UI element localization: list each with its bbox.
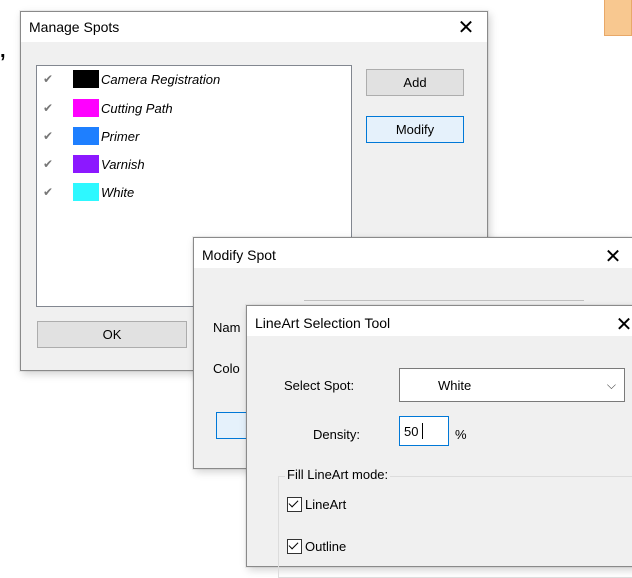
color-swatch [73,155,99,173]
checkbox-box[interactable] [287,497,302,512]
spot-item-varnish[interactable]: ✔ Varnish [43,154,145,174]
text-cursor [422,423,423,439]
modify-button[interactable]: Modify [366,116,464,143]
color-label: Colo [213,361,240,376]
density-value: 50 [404,424,419,439]
dialog-title: Modify Spot [202,247,276,263]
outline-option-label: Outline [305,539,347,554]
close-icon[interactable]: ✕ [605,310,632,338]
background-window-edge [604,0,632,36]
modify-spot-titlebar: Modify Spot ✕ [194,238,632,268]
color-swatch [73,183,99,201]
dialog-title: LineArt Selection Tool [255,315,391,331]
checkbox-box[interactable] [287,539,302,554]
spot-item-camera-registration[interactable]: ✔ Camera Registration [43,69,220,89]
name-field[interactable] [304,300,584,302]
check-icon: ✔ [43,129,54,143]
color-swatch [73,70,99,88]
outline-checkbox[interactable]: Outline [287,539,346,554]
name-label: Nam [213,320,241,335]
select-spot-value: White [438,378,472,393]
spot-item-white[interactable]: ✔ White [43,182,134,202]
density-input[interactable]: 50 [399,416,449,446]
close-icon[interactable]: ✕ [447,13,485,41]
spot-name: Camera Registration [101,71,221,87]
select-spot-label: Select Spot: [284,378,355,393]
fill-mode-label: Fill LineArt mode: [285,467,391,482]
add-button[interactable]: Add [366,69,464,96]
lineart-titlebar: LineArt Selection Tool ✕ [247,306,632,336]
background-text-fragment: , [0,40,6,62]
spot-name: Varnish [101,156,145,172]
lineart-option-label: LineArt [305,497,347,512]
check-icon: ✔ [43,157,54,171]
color-swatch [73,127,99,145]
ok-button[interactable]: OK [37,321,187,348]
density-label: Density: [313,427,360,442]
lineart-checkbox[interactable]: LineArt [287,497,346,512]
check-icon: ✔ [43,101,54,115]
dialog-title: Manage Spots [29,19,120,35]
select-spot-dropdown[interactable]: White ⌵ [399,368,625,402]
manage-spots-titlebar: Manage Spots ✕ [21,12,487,42]
check-icon: ✔ [43,72,54,86]
fill-mode-group [278,476,632,578]
spot-item-cutting-path[interactable]: ✔ Cutting Path [43,98,173,118]
spot-name: White [101,184,135,200]
density-unit: % [455,427,467,442]
spot-item-primer[interactable]: ✔ Primer [43,126,139,146]
chevron-down-icon[interactable]: ⌵ [607,378,616,393]
spot-name: Primer [101,128,140,144]
lineart-selection-dialog: LineArt Selection Tool ✕ Select Spot: Wh… [246,305,632,578]
spot-name: Cutting Path [101,100,173,116]
check-icon: ✔ [43,185,54,199]
close-icon[interactable]: ✕ [594,242,632,270]
color-swatch [73,99,99,117]
